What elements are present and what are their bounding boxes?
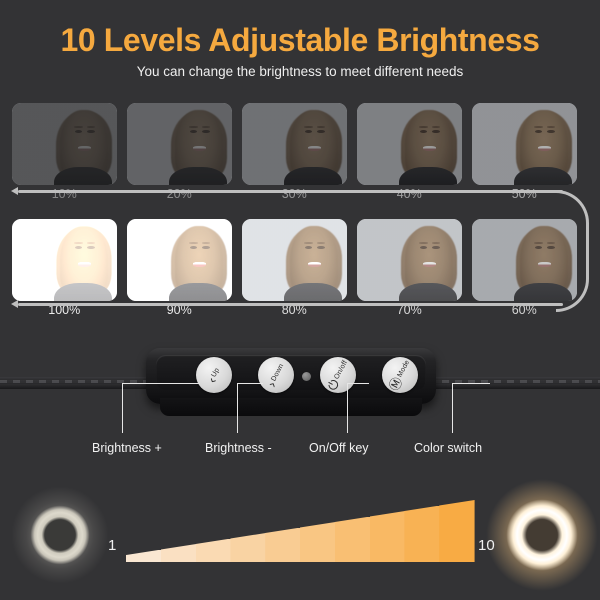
brightness-veil — [242, 103, 347, 185]
page-title: 10 Levels Adjustable Brightness — [60, 22, 540, 58]
brightness-thumbnail — [472, 103, 577, 185]
button-down-label: Down — [269, 362, 285, 383]
scale-step — [126, 549, 162, 562]
scale-step — [230, 533, 266, 562]
flow-curve-right — [556, 190, 589, 312]
brightness-veil — [12, 103, 117, 185]
brightness-thumbnail — [127, 103, 232, 185]
button-mode-label: Mode — [396, 358, 411, 379]
scale-step — [265, 527, 301, 562]
brightness-veil — [127, 103, 232, 185]
status-led-icon — [302, 372, 311, 381]
portrait-image — [242, 219, 347, 301]
callout-brightness-up: Brightness + — [92, 441, 162, 455]
portrait-image — [357, 219, 462, 301]
leader-line-brightness-up — [122, 383, 200, 385]
callout-onoff-key: On/Off key — [309, 441, 369, 455]
brightness-thumbnail — [357, 219, 462, 301]
scale-min-label: 1 — [108, 537, 117, 554]
callout-brightness-down: Brightness - — [205, 441, 272, 455]
scale-step — [300, 522, 336, 562]
brightness-thumbnail — [242, 103, 347, 185]
callout-color-switch: Color switch — [414, 441, 483, 455]
brightness-row-bottom: 100% 90% 80% 70% 60% — [12, 219, 588, 317]
scale-step — [195, 538, 231, 562]
portrait-image — [242, 103, 347, 185]
ring-light-bright — [500, 493, 584, 577]
brightness-veil — [127, 219, 232, 301]
scale-step — [439, 500, 475, 562]
scale-step — [404, 505, 440, 562]
control-module-base — [160, 398, 422, 416]
brightness-thumbnail — [357, 103, 462, 185]
scale-step — [369, 511, 405, 562]
brightness-thumbnail — [12, 219, 117, 301]
button-up[interactable]: ‹ Up — [196, 357, 232, 393]
portrait-image — [12, 103, 117, 185]
button-down[interactable]: › Down — [258, 357, 294, 393]
flow-track-top — [18, 190, 563, 193]
leader-line-onoff — [347, 383, 369, 385]
scale-step — [160, 544, 197, 562]
brightness-veil — [357, 219, 462, 301]
scale-max-label: 10 — [478, 537, 495, 554]
brightness-row-top: 10% 20% 30% 40% 50% — [12, 103, 588, 201]
brightness-thumbnail — [242, 219, 347, 301]
leader-line-onoff-v — [347, 383, 349, 433]
ring-light-dim — [24, 499, 96, 571]
portrait-image — [127, 103, 232, 185]
flow-arrow-top — [11, 186, 18, 195]
portrait-image — [472, 103, 577, 185]
leader-line-color-switch — [452, 383, 490, 385]
portrait-image — [12, 219, 117, 301]
brightness-scale-wedge — [126, 492, 475, 562]
portrait-image — [127, 219, 232, 301]
flow-track-bottom — [18, 303, 563, 306]
portrait-image — [357, 103, 462, 185]
leader-line-brightness-down — [237, 383, 263, 385]
brightness-veil — [242, 219, 347, 301]
brightness-veil — [12, 219, 117, 301]
flow-arrow-bottom — [11, 299, 18, 308]
scale-step — [334, 516, 371, 562]
brightness-thumbnail — [127, 219, 232, 301]
leader-line-brightness-down-v — [237, 383, 239, 433]
brightness-thumbnail — [12, 103, 117, 185]
brightness-veil — [472, 103, 577, 185]
button-mode[interactable]: Ⓜ Mode — [382, 357, 418, 393]
brightness-veil — [357, 103, 462, 185]
page-subtitle: You can change the brightness to meet di… — [136, 64, 464, 79]
button-onoff[interactable]: ⏻ On/off — [320, 357, 356, 393]
button-onoff-label: On/off — [332, 359, 349, 381]
infographic-canvas: 10 Levels Adjustable Brightness You can … — [0, 0, 600, 600]
leader-line-color-switch-v — [452, 383, 454, 433]
leader-line-brightness-up-v — [122, 383, 124, 433]
